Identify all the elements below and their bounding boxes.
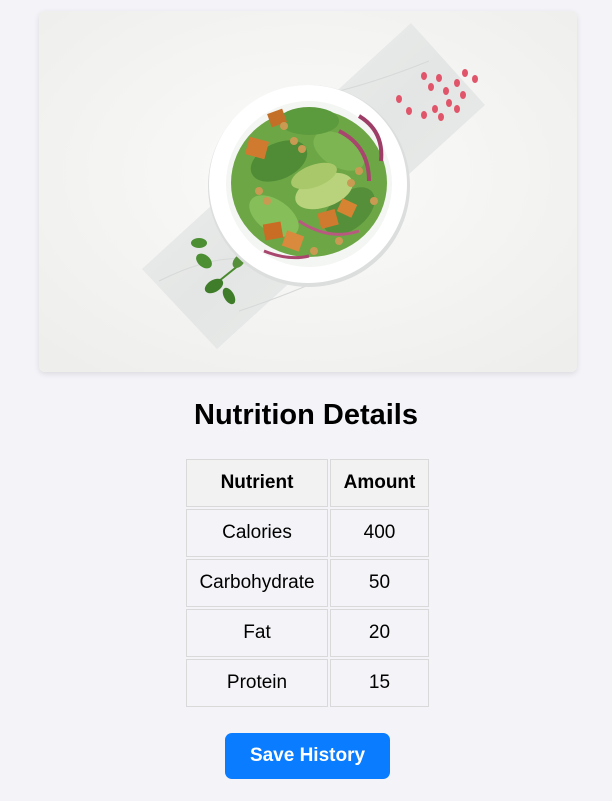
table-row: Protein 15 — [186, 659, 429, 707]
table-row: Calories 400 — [186, 509, 429, 557]
nutrient-cell: Protein — [186, 659, 328, 707]
amount-cell: 20 — [330, 609, 429, 657]
table-header-row: Nutrient Amount — [186, 459, 429, 507]
salad-bowl-illustration — [39, 11, 577, 372]
nutrient-cell: Carbohydrate — [186, 559, 328, 607]
save-history-button[interactable]: Save History — [225, 733, 390, 779]
table-row: Carbohydrate 50 — [186, 559, 429, 607]
amount-cell: 15 — [330, 659, 429, 707]
table-row: Fat 20 — [186, 609, 429, 657]
amount-cell: 400 — [330, 509, 429, 557]
column-header-amount: Amount — [330, 459, 429, 507]
amount-cell: 50 — [330, 559, 429, 607]
nutrient-cell: Fat — [186, 609, 328, 657]
page-title: Nutrition Details — [194, 399, 418, 431]
salad-photo — [39, 11, 577, 372]
nutrition-table: Nutrient Amount Calories 400 Carbohydrat… — [184, 457, 431, 709]
column-header-nutrient: Nutrient — [186, 459, 328, 507]
nutrient-cell: Calories — [186, 509, 328, 557]
